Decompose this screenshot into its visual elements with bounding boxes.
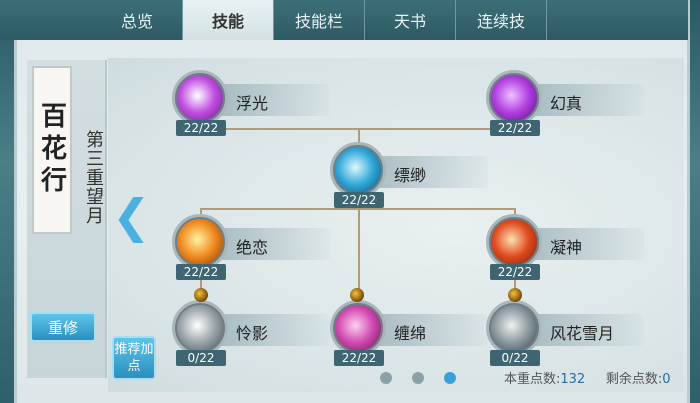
skill-name: 浮光 [236, 94, 269, 113]
skill-name: 怜影 [236, 324, 269, 343]
skill-level: 22/22 [490, 264, 540, 280]
skill-name: 凝神 [550, 238, 583, 257]
connector-line [358, 198, 360, 298]
page-indicator [380, 372, 456, 384]
skill-node-huanzhen[interactable]: 幻真 22/22 [486, 70, 656, 136]
skill-node-piaomiao[interactable]: 缥缈 22/22 [330, 142, 500, 208]
skill-level: 0/22 [176, 350, 226, 366]
skill-name: 缠绵 [394, 324, 427, 343]
skill-piaomiao-icon [330, 142, 386, 198]
skill-fuguang-icon [172, 70, 228, 126]
skill-node-chanmian[interactable]: 缠绵 22/22 [330, 300, 500, 366]
skill-huanzhen-icon [486, 70, 542, 126]
remaining-points-value: 0 [662, 372, 671, 387]
realm-label: 第三重望月 [83, 130, 104, 225]
skill-name: 缥缈 [394, 166, 427, 185]
tab-overview[interactable]: 总览 [92, 0, 183, 40]
reset-skills-button[interactable]: 重修 [30, 312, 96, 342]
tab-skill-bar[interactable]: 技能栏 [274, 0, 365, 40]
skill-name: 绝恋 [236, 238, 269, 257]
skill-node-juelian[interactable]: 绝恋 22/22 [172, 214, 342, 280]
page-dot[interactable] [380, 372, 392, 384]
recommend-points-button[interactable]: 推荐加点 [112, 336, 156, 380]
skill-lianying-icon [172, 300, 228, 356]
skill-node-fenghuaxueyue[interactable]: 风花雪月 0/22 [486, 300, 676, 366]
skill-juelian-icon [172, 214, 228, 270]
tab-bar: 总览 技能 技能栏 天书 连续技 [92, 0, 688, 40]
gold-orb-icon [350, 288, 364, 302]
window-corner-decoration [0, 0, 92, 40]
tab-skills[interactable]: 技能 [183, 0, 274, 40]
skill-ningshen-icon [486, 214, 542, 270]
total-points-label: 本重点数: [504, 372, 561, 387]
skill-level: 22/22 [334, 192, 384, 208]
skill-level: 22/22 [490, 120, 540, 136]
remaining-points-label: 剩余点数: [605, 372, 663, 387]
school-name-scroll: 百花行 [32, 66, 72, 234]
total-points-value: 132 [560, 372, 586, 387]
points-readout: 本重点数:132 剩余点数:0 [504, 368, 671, 387]
page-dot-active[interactable] [444, 372, 456, 384]
tab-combo[interactable]: 连续技 [456, 0, 547, 40]
skill-chanmian-icon [330, 300, 386, 356]
skill-fenghuaxueyue-icon [486, 300, 542, 356]
skill-name: 幻真 [550, 94, 583, 113]
skill-level: 22/22 [176, 120, 226, 136]
page-dot[interactable] [412, 372, 424, 384]
skill-node-ningshen[interactable]: 凝神 22/22 [486, 214, 656, 280]
skill-level: 0/22 [490, 350, 540, 366]
gold-orb-icon [508, 288, 522, 302]
skill-level: 22/22 [334, 350, 384, 366]
skill-node-fuguang[interactable]: 浮光 22/22 [172, 70, 342, 136]
tab-tianshu[interactable]: 天书 [365, 0, 456, 40]
gold-orb-icon [194, 288, 208, 302]
skill-node-lianying[interactable]: 怜影 0/22 [172, 300, 342, 366]
skill-level: 22/22 [176, 264, 226, 280]
chevron-left-icon[interactable]: ❮ [112, 193, 151, 239]
skill-name: 风花雪月 [550, 324, 615, 343]
